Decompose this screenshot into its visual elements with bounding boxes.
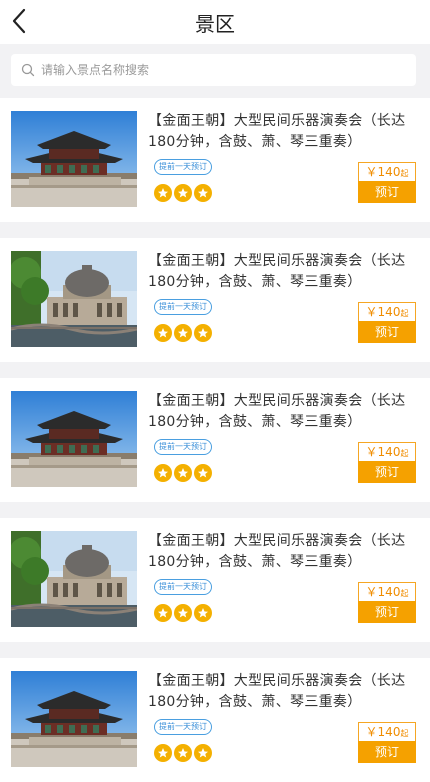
price-badge: ￥140起	[358, 722, 416, 742]
star-badge	[154, 464, 172, 482]
scenic-name: 【金面王朝】大型民间乐器演奏会（长达180分钟，含鼓、萧、琴三重奏）	[148, 253, 406, 290]
star-badge	[174, 184, 192, 202]
star-icon	[198, 328, 208, 338]
price-symbol: ￥	[365, 165, 378, 179]
scenic-thumbnail	[11, 251, 137, 347]
star-icon	[198, 748, 208, 758]
price-value: 140	[377, 165, 401, 179]
star-icon	[178, 468, 188, 478]
star-badge	[154, 604, 172, 622]
price-suffix: 起	[400, 729, 409, 738]
advance-booking-tag: 提前一天预订	[154, 719, 212, 735]
star-icon	[158, 328, 168, 338]
star-icon	[178, 608, 188, 618]
star-icon	[158, 468, 168, 478]
scenic-card[interactable]: 【金面王朝】大型民间乐器演奏会（长达180分钟，含鼓、萧、琴三重奏） 提前一天预…	[0, 658, 430, 782]
star-badge	[194, 184, 212, 202]
star-badge	[174, 604, 192, 622]
price-badge: ￥140起	[358, 442, 416, 462]
book-button[interactable]: 预订	[358, 601, 416, 623]
advance-booking-tag: 提前一天预订	[154, 579, 212, 595]
star-icon	[158, 188, 168, 198]
star-badge	[174, 744, 192, 762]
price-badge: ￥140起	[358, 302, 416, 322]
scenic-card[interactable]: 【金面王朝】大型民间乐器演奏会（长达180分钟，含鼓、萧、琴三重奏） 提前一天预…	[0, 98, 430, 222]
star-icon	[158, 748, 168, 758]
price-symbol: ￥	[365, 305, 378, 319]
advance-booking-tag: 提前一天预订	[154, 439, 212, 455]
price-value: 140	[377, 585, 401, 599]
book-button[interactable]: 预订	[358, 741, 416, 763]
star-icon	[158, 608, 168, 618]
scenic-thumbnail	[11, 531, 137, 627]
star-badge	[194, 464, 212, 482]
star-rating	[154, 184, 212, 202]
star-icon	[178, 748, 188, 758]
star-icon	[178, 188, 188, 198]
star-rating	[154, 604, 212, 622]
book-button[interactable]: 预订	[358, 321, 416, 343]
page-title: 景区	[195, 12, 235, 36]
price-value: 140	[377, 725, 401, 739]
advance-booking-tag: 提前一天预订	[154, 159, 212, 175]
star-badge	[154, 744, 172, 762]
search-box[interactable]	[11, 54, 416, 86]
search-input[interactable]	[39, 62, 403, 78]
price-symbol: ￥	[365, 585, 378, 599]
price-badge: ￥140起	[358, 162, 416, 182]
star-rating	[154, 744, 212, 762]
scenic-name: 【金面王朝】大型民间乐器演奏会（长达180分钟，含鼓、萧、琴三重奏）	[148, 393, 406, 430]
book-button[interactable]: 预订	[358, 181, 416, 203]
star-badge	[194, 604, 212, 622]
scenic-name: 【金面王朝】大型民间乐器演奏会（长达180分钟，含鼓、萧、琴三重奏）	[148, 113, 406, 150]
scenic-thumbnail	[11, 391, 137, 487]
scenic-card[interactable]: 【金面王朝】大型民间乐器演奏会（长达180分钟，含鼓、萧、琴三重奏） 提前一天预…	[0, 238, 430, 362]
scenic-name: 【金面王朝】大型民间乐器演奏会（长达180分钟，含鼓、萧、琴三重奏）	[148, 533, 406, 570]
price-suffix: 起	[400, 449, 409, 458]
star-badge	[154, 184, 172, 202]
scenic-card[interactable]: 【金面王朝】大型民间乐器演奏会（长达180分钟，含鼓、萧、琴三重奏） 提前一天预…	[0, 518, 430, 642]
scenic-thumbnail	[11, 111, 137, 207]
search-icon	[21, 63, 35, 77]
star-icon	[198, 608, 208, 618]
price-value: 140	[377, 305, 401, 319]
book-button[interactable]: 预订	[358, 461, 416, 483]
scenic-card[interactable]: 【金面王朝】大型民间乐器演奏会（长达180分钟，含鼓、萧、琴三重奏） 提前一天预…	[0, 378, 430, 502]
star-icon	[198, 188, 208, 198]
star-badge	[154, 324, 172, 342]
price-suffix: 起	[400, 309, 409, 318]
search-bar	[0, 44, 430, 98]
advance-booking-tag: 提前一天预订	[154, 299, 212, 315]
price-suffix: 起	[400, 589, 409, 598]
star-badge	[174, 464, 192, 482]
star-icon	[198, 468, 208, 478]
price-suffix: 起	[400, 169, 409, 178]
scenic-thumbnail	[11, 671, 137, 767]
price-symbol: ￥	[365, 445, 378, 459]
price-value: 140	[377, 445, 401, 459]
star-badge	[174, 324, 192, 342]
price-symbol: ￥	[365, 725, 378, 739]
star-icon	[178, 328, 188, 338]
top-nav-bar: 景区	[0, 0, 430, 44]
star-badge	[194, 324, 212, 342]
star-rating	[154, 464, 212, 482]
price-badge: ￥140起	[358, 582, 416, 602]
star-badge	[194, 744, 212, 762]
scenic-name: 【金面王朝】大型民间乐器演奏会（长达180分钟，含鼓、萧、琴三重奏）	[148, 673, 406, 710]
star-rating	[154, 324, 212, 342]
